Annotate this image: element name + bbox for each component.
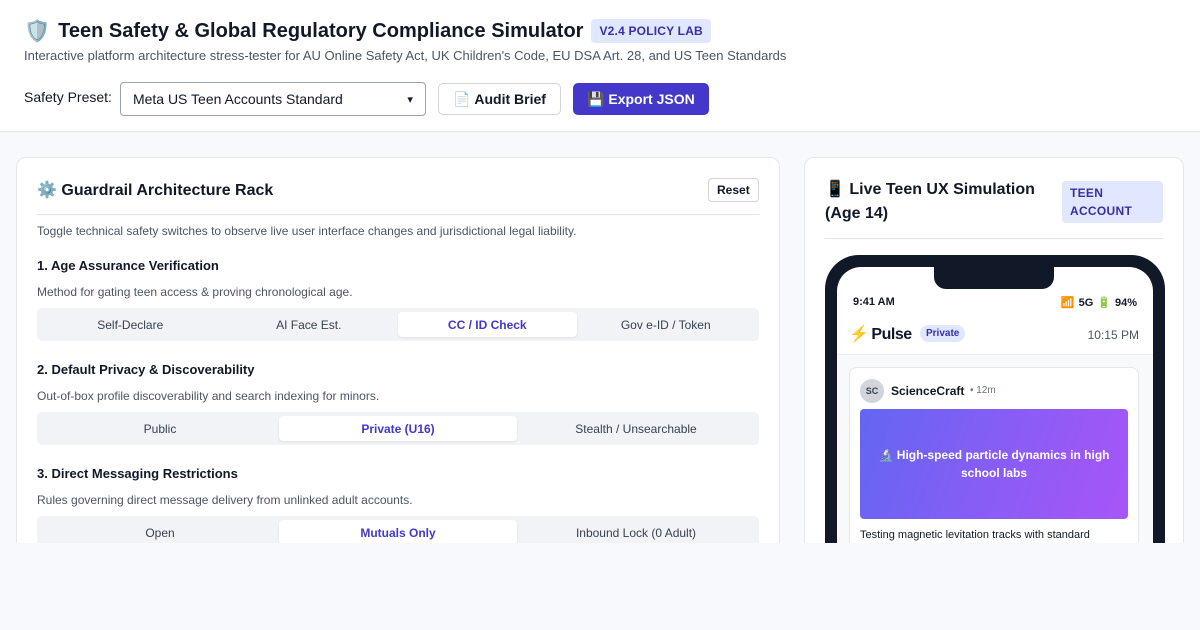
preset-label: Safety Preset: [24,89,112,105]
post-timestamp: • 12m [970,385,996,396]
export-json-label: Export JSON [608,91,695,107]
phone-notch [934,267,1054,289]
teen-account-badge: TEEN ACCOUNT [1062,181,1163,223]
option-mutuals-only[interactable]: Mutuals Only [279,520,517,545]
phone-screen: 9:41 AM 📶 5G 🔋 94% ⚡ Pulse Private 10:15 … [837,267,1153,576]
app-clock: 10:15 PM [1087,328,1139,342]
post-text: Testing magnetic levitation tracks with … [860,529,1090,541]
battery-level: 94% [1114,296,1137,309]
direct-messaging-section: 3. Direct Messaging Restrictions Rules g… [37,466,759,549]
teen-ux-simulation-panel: 📱 Live Teen UX Simulation (Age 14) TEEN … [804,157,1184,577]
audit-brief-button[interactable]: 📄 Audit Brief [437,83,561,115]
audit-brief-label: Audit Brief [474,91,546,107]
preset-selected-value: Meta US Teen Accounts Standard [132,91,343,107]
version-badge: V2.4 POLICY LAB [591,19,711,43]
rack-description: Toggle technical safety switches to obse… [37,224,577,238]
option-public[interactable]: Public [41,416,279,441]
app-logo: ⚡ Pulse [849,324,912,344]
guardrail-rack-panel: ⚙️ Guardrail Architecture Rack Reset Tog… [16,157,780,577]
viewport-bottom-background [0,543,1200,630]
rack-title: ⚙️ Guardrail Architecture Rack [37,182,274,199]
privacy-pill: Private [920,325,966,342]
option-cc-id-check[interactable]: CC / ID Check [398,312,577,337]
network-label: 5G [1078,296,1094,309]
shield-icon: 🛡️ [24,19,51,43]
option-inbound-lock[interactable]: Inbound Lock (0 Adult) [517,520,755,545]
simulation-title: 📱 Live Teen UX Simulation (Age 14) [825,181,1035,222]
option-open[interactable]: Open [41,520,279,545]
section-description: Out-of-box profile discoverability and s… [37,389,380,403]
option-private-u16[interactable]: Private (U16) [279,416,517,441]
section-description: Rules governing direct message delivery … [37,493,413,507]
safety-preset-select[interactable]: Meta US Teen Accounts Standard ▾ [119,82,426,116]
post-author[interactable]: ScienceCraft [891,384,964,398]
app-bar: ⚡ Pulse Private 10:15 PM [837,317,1153,355]
post-media[interactable]: 🔬 High-speed particle dynamics in high s… [860,409,1128,519]
option-gov-eid-token[interactable]: Gov e-ID / Token [577,312,756,337]
age-assurance-section: 1. Age Assurance Verification Method for… [37,258,759,341]
chevron-down-icon: ▾ [407,93,413,106]
page-title: Teen Safety & Global Regulatory Complian… [58,19,584,42]
phone-frame: 9:41 AM 📶 5G 🔋 94% ⚡ Pulse Private 10:15 … [825,255,1165,576]
page-subtitle: Interactive platform architecture stress… [24,48,787,63]
section-title: 2. Default Privacy & Discoverability [37,362,255,377]
section-description: Method for gating teen access & proving … [37,285,353,299]
document-icon: 📄 [452,90,471,107]
toolbar: Safety Preset: Meta US Teen Accounts Sta… [24,82,709,116]
divider [825,238,1163,239]
status-bar-indicators: 📶 5G 🔋 94% [1060,296,1137,310]
export-json-button[interactable]: 💾 Export JSON [572,83,709,115]
option-stealth-unsearchable[interactable]: Stealth / Unsearchable [517,416,755,441]
privacy-segmented-control: Public Private (U16) Stealth / Unsearcha… [37,412,759,445]
signal-icon: 📶 [1060,297,1075,309]
app-header: 🛡️ Teen Safety & Global Regulatory Compl… [0,0,1200,132]
title-row: 🛡️ Teen Safety & Global Regulatory Compl… [24,18,711,44]
default-privacy-section: 2. Default Privacy & Discoverability Out… [37,362,759,445]
avatar[interactable]: SC [860,379,884,403]
section-title: 3. Direct Messaging Restrictions [37,466,238,481]
reset-button[interactable]: Reset [708,178,759,202]
divider [37,214,759,215]
status-bar-time: 9:41 AM [853,296,895,308]
option-self-declare[interactable]: Self-Declare [41,312,220,337]
app-name: Pulse [871,326,912,343]
section-title: 1. Age Assurance Verification [37,258,219,273]
lightning-icon: ⚡ [849,326,869,343]
floppy-disk-icon: 💾 [586,90,605,107]
battery-icon: 🔋 [1097,297,1111,309]
age-assurance-segmented-control: Self-Declare AI Face Est. CC / ID Check … [37,308,759,341]
option-ai-face-estimation[interactable]: AI Face Est. [220,312,399,337]
